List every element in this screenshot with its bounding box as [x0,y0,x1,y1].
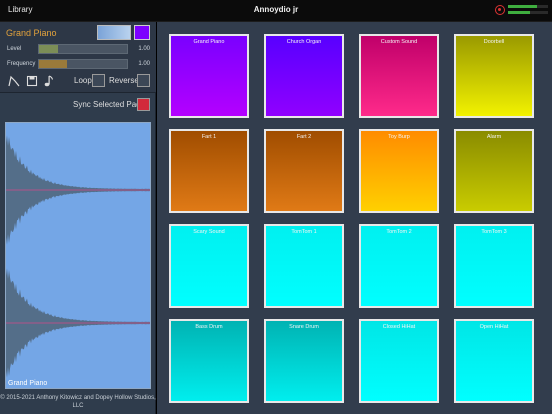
pad-label: Alarm [486,134,502,140]
pad-label: Snare Drum [289,324,319,330]
pad-doorbell[interactable]: Doorbell [454,34,534,118]
pad-label: Fart 2 [296,134,312,140]
pad-custom-sound[interactable]: Custom Sound [359,34,439,118]
pad-label: TomTom 2 [386,229,412,235]
pad-label: Church Organ [286,39,322,45]
pad-alarm[interactable]: Alarm [454,129,534,213]
pad-tomtom-3[interactable]: TomTom 3 [454,224,534,308]
top-bar: Library Annoydio jr [0,0,552,22]
loop-checkbox[interactable] [92,74,105,87]
loop-label: Loop [74,76,92,85]
reverse-checkbox[interactable] [137,74,150,87]
pad-label: Closed HiHat [382,324,416,330]
pad-label: Fart 1 [201,134,217,140]
pad-label: TomTom 3 [481,229,507,235]
pad-fart-1[interactable]: Fart 1 [169,129,249,213]
pad-color-swatch[interactable] [134,25,150,40]
sound-tools-row: Loop Reverse [0,74,156,90]
pad-label: TomTom 1 [291,229,317,235]
pad-label: Bass Drum [195,324,223,330]
pad-tomtom-2[interactable]: TomTom 2 [359,224,439,308]
pad-church-organ[interactable]: Church Organ [264,34,344,118]
envelope-icon[interactable] [8,74,20,87]
pad-label: Grand Piano [193,39,225,45]
app-title: Annoydio jr [253,5,299,14]
pad-bass-drum[interactable]: Bass Drum [169,319,249,403]
level-meter-left [508,5,548,8]
pad-open-hihat[interactable]: Open HiHat [454,319,534,403]
pad-closed-hihat[interactable]: Closed HiHat [359,319,439,403]
frequency-label: Frequency [7,61,36,67]
pad-grand-piano[interactable]: Grand Piano [169,34,249,118]
sync-selected-pad-label: Sync Selected Pad [73,100,141,109]
pad-toy-burp[interactable]: Toy Burp [359,129,439,213]
pad-tomtom-1[interactable]: TomTom 1 [264,224,344,308]
level-slider[interactable] [38,44,128,54]
waveform-view[interactable]: Grand Piano [5,122,151,389]
pad-label: Doorbell [483,39,505,45]
sound-name[interactable]: Grand Piano [6,28,57,38]
sync-selected-pad-checkbox[interactable] [137,98,150,111]
pad-label: Toy Burp [388,134,410,140]
pad-grid: Grand Piano Church Organ Custom Sound Doorb… [157,22,552,414]
waveform-graphic [6,135,150,378]
pad-snare-drum[interactable]: Snare Drum [264,319,344,403]
record-icon[interactable] [495,5,505,15]
pad-label: Open HiHat [479,324,509,330]
level-meter-right [508,11,548,14]
copyright-text: © 2015-2021 Anthony Kitowicz and Dopey H… [0,395,156,409]
pad-label: Scary Sound [193,229,225,235]
music-note-icon[interactable] [43,74,55,87]
sound-editor-panel: Grand Piano Level 1.00 Frequency 1.00 Lo… [0,22,156,414]
level-label: Level [7,46,22,52]
waveform-sound-name: Grand Piano [8,380,48,387]
frequency-value: 1.00 [138,61,150,67]
save-icon[interactable] [26,74,38,87]
waveform-thumbnail[interactable] [97,25,131,40]
sound-settings: Grand Piano Level 1.00 Frequency 1.00 Lo… [0,22,156,93]
frequency-slider[interactable] [38,59,128,69]
pad-scary-sound[interactable]: Scary Sound [169,224,249,308]
pad-label: Custom Sound [380,39,418,45]
reverse-label: Reverse [109,76,139,85]
pad-fart-2[interactable]: Fart 2 [264,129,344,213]
level-value: 1.00 [138,46,150,52]
